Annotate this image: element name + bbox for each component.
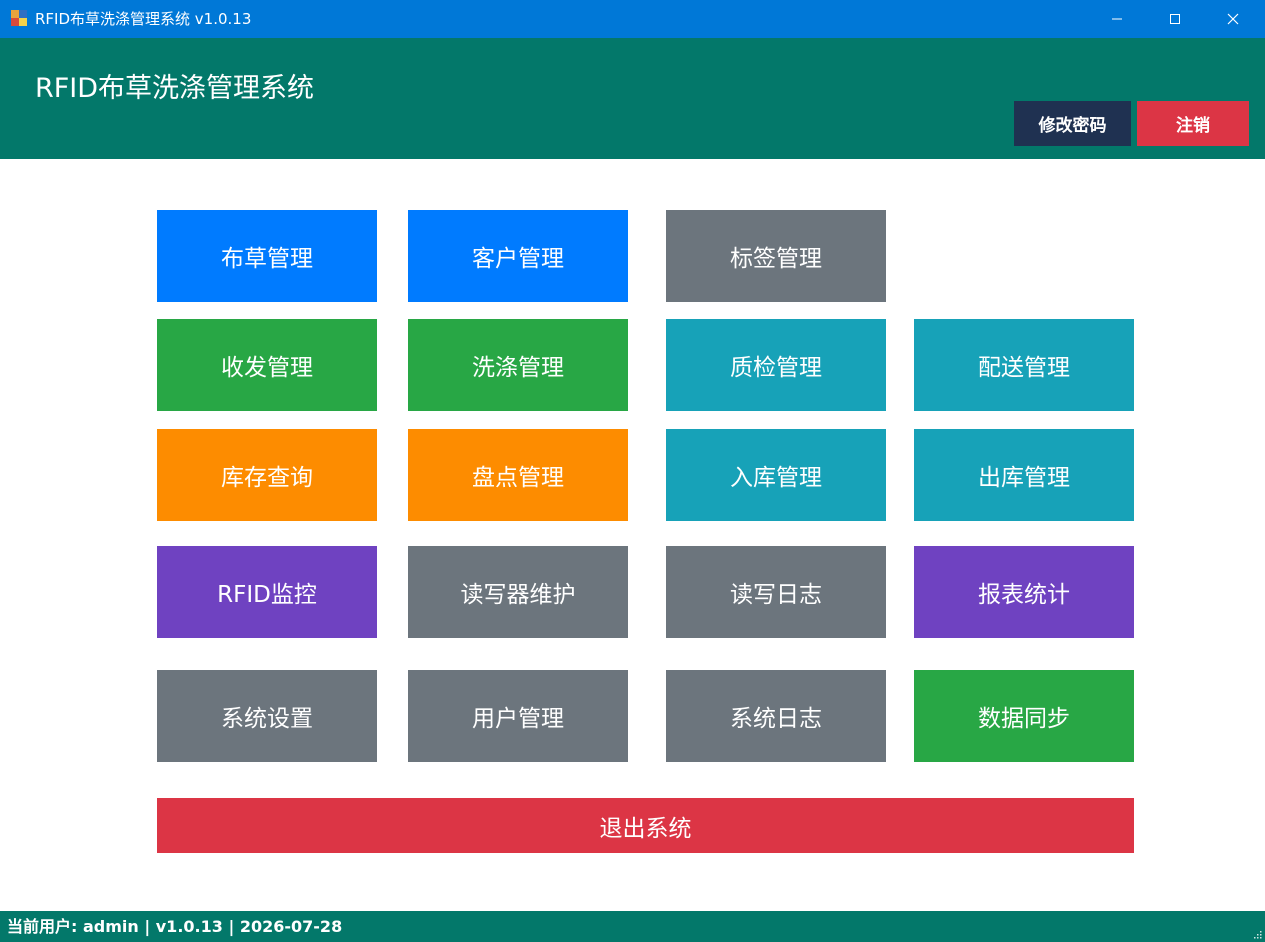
window-titlebar[interactable]: RFID布草洗涤管理系统 v1.0.13 xyxy=(0,0,1265,38)
inventory-query-button[interactable]: 库存查询 xyxy=(157,429,377,521)
logout-button[interactable]: 注销 xyxy=(1137,101,1249,146)
shipping-management-button[interactable]: 收发管理 xyxy=(157,319,377,411)
minimize-icon xyxy=(1112,18,1122,20)
rw-log-button[interactable]: 读写日志 xyxy=(666,546,886,638)
header-bar: RFID布草洗涤管理系统 修改密码 注销 xyxy=(0,38,1265,159)
close-icon xyxy=(1227,13,1239,25)
close-button[interactable] xyxy=(1204,0,1262,38)
system-log-button[interactable]: 系统日志 xyxy=(666,670,886,762)
customer-management-button[interactable]: 客户管理 xyxy=(408,210,628,302)
stocktake-button[interactable]: 盘点管理 xyxy=(408,429,628,521)
maximize-button[interactable] xyxy=(1146,0,1204,38)
quality-check-button[interactable]: 质检管理 xyxy=(666,319,886,411)
outbound-management-button[interactable]: 出库管理 xyxy=(914,429,1134,521)
rfid-monitor-button[interactable]: RFID监控 xyxy=(157,546,377,638)
resize-grip-icon[interactable] xyxy=(1252,929,1262,939)
change-password-button[interactable]: 修改密码 xyxy=(1014,101,1131,146)
app-title: RFID布草洗涤管理系统 xyxy=(35,73,315,104)
window-title: RFID布草洗涤管理系统 v1.0.13 xyxy=(35,10,252,28)
app-icon xyxy=(11,10,27,26)
system-settings-button[interactable]: 系统设置 xyxy=(157,670,377,762)
exit-system-button[interactable]: 退出系统 xyxy=(157,798,1134,853)
tag-management-button[interactable]: 标签管理 xyxy=(666,210,886,302)
reader-maintenance-button[interactable]: 读写器维护 xyxy=(408,546,628,638)
linen-management-button[interactable]: 布草管理 xyxy=(157,210,377,302)
maximize-icon xyxy=(1170,14,1180,24)
inbound-management-button[interactable]: 入库管理 xyxy=(666,429,886,521)
status-bar: 当前用户: admin | v1.0.13 | 2026-07-28 xyxy=(0,911,1265,942)
delivery-management-button[interactable]: 配送管理 xyxy=(914,319,1134,411)
status-text: 当前用户: admin | v1.0.13 | 2026-07-28 xyxy=(7,917,343,936)
user-management-button[interactable]: 用户管理 xyxy=(408,670,628,762)
data-sync-button[interactable]: 数据同步 xyxy=(914,670,1134,762)
washing-management-button[interactable]: 洗涤管理 xyxy=(408,319,628,411)
minimize-button[interactable] xyxy=(1088,0,1146,38)
reports-button[interactable]: 报表统计 xyxy=(914,546,1134,638)
